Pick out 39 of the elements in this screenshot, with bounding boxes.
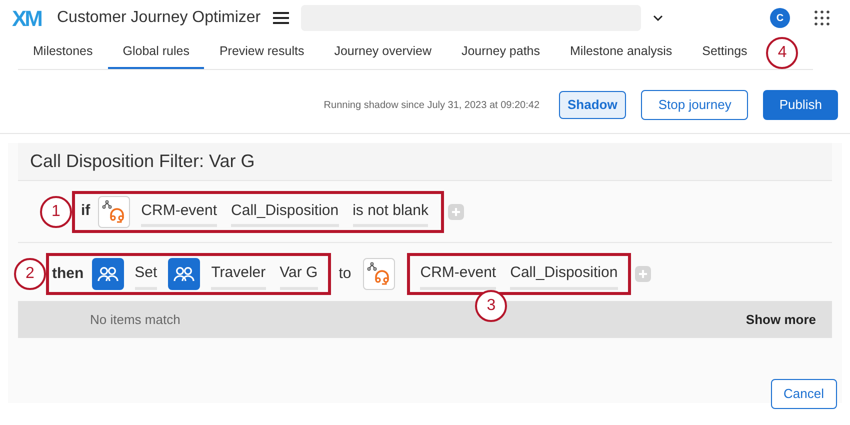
tab[interactable]: Journey overview [319,36,446,69]
event-icon [363,258,396,290]
people-icon [92,258,124,290]
action-button[interactable]: Shadow [558,91,626,119]
rule-token[interactable]: Call_Disposition [231,196,339,228]
chevron-down-icon[interactable] [652,15,663,21]
status-text: Running shadow since July 31, 2023 at 09:20:42 [324,98,540,112]
menu-icon[interactable] [272,11,289,25]
tab[interactable]: Settings [687,36,762,69]
tab[interactable]: Preview results [204,36,320,69]
callout-number: 2 [14,258,46,290]
rule-keyword: if [81,201,90,222]
event-icon [98,196,130,228]
tab[interactable]: Journey paths [446,36,555,69]
rule-keyword: then [52,264,84,284]
rule-token[interactable]: CRM-event [141,196,218,228]
callout-number: 1 [40,196,72,228]
apps-grid-icon[interactable] [814,10,830,26]
callout-number: 4 [766,36,798,68]
tab[interactable]: Milestones [18,36,108,69]
rule-token[interactable]: Set [134,258,158,290]
tab[interactable]: Global rules [108,36,204,69]
logo: XM [12,4,41,32]
rule-token[interactable]: Traveler [211,258,266,290]
app-title: Customer Journey Optimizer [57,8,261,28]
rule-token[interactable]: Var G [280,258,318,290]
people-icon [168,258,200,290]
cancel-button[interactable]: Cancel [770,379,837,409]
rule-title: Call Disposition Filter: Var G [30,150,255,173]
rule-token[interactable]: is not blank [352,196,428,228]
tab[interactable]: Milestone analysis [555,36,688,69]
action-button[interactable]: Publish [763,90,838,120]
empty-message: No items match [90,310,180,329]
action-button[interactable]: Stop journey [641,90,748,120]
show-more-link[interactable]: Show more [746,310,816,330]
user-avatar[interactable]: C [770,8,790,28]
rule-token[interactable]: Call_Disposition [510,258,618,290]
rule-token[interactable]: CRM-event [420,258,496,290]
connector-text: to [338,264,352,284]
